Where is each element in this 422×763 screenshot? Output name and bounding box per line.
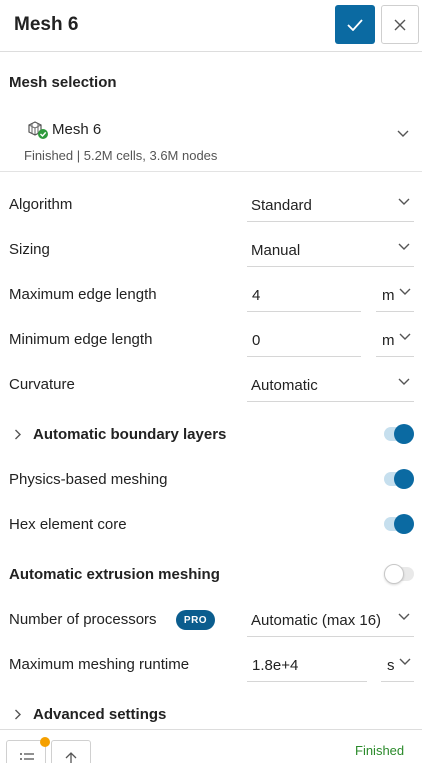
chevron-down-icon [397, 130, 409, 137]
processors-label: Number of processors [9, 611, 157, 628]
algorithm-value: Standard [251, 197, 312, 214]
physics-based-label: Physics-based meshing [9, 471, 168, 488]
mesh-status-line: Finished | 5.2M cells, 3.6M nodes [24, 148, 218, 163]
runtime-unit: s [387, 657, 395, 674]
max-edge-input[interactable]: 4 [247, 277, 361, 312]
chevron-down-icon [398, 243, 410, 250]
chevron-down-icon [399, 333, 411, 340]
close-button[interactable] [381, 5, 419, 44]
chevron-right-icon[interactable] [14, 709, 22, 720]
chevron-down-icon [398, 613, 410, 620]
processors-select[interactable]: Automatic (max 16) [247, 602, 414, 637]
extrusion-label: Automatic extrusion meshing [9, 566, 220, 583]
mesh-name: Mesh 6 [52, 121, 102, 138]
chevron-down-icon [399, 288, 411, 295]
mesh-finished-icon [28, 121, 48, 139]
min-edge-input[interactable]: 0 [247, 322, 361, 357]
min-edge-label: Minimum edge length [9, 331, 153, 348]
runtime-input[interactable]: 1.8e+4 [247, 647, 367, 682]
chevron-right-icon[interactable] [14, 429, 22, 440]
max-edge-unit-select[interactable]: m [376, 277, 414, 312]
status-text: Finished [355, 743, 405, 758]
algorithm-label: Algorithm [9, 196, 73, 213]
pro-badge: PRO [176, 610, 215, 630]
extrusion-toggle[interactable] [384, 564, 414, 584]
physics-based-toggle[interactable] [384, 469, 414, 489]
curvature-label: Curvature [9, 376, 75, 393]
confirm-button[interactable] [335, 5, 375, 44]
check-icon [347, 18, 363, 31]
max-edge-label: Maximum edge length [9, 286, 157, 303]
max-edge-value: 4 [252, 287, 261, 304]
boundary-layers-label[interactable]: Automatic boundary layers [33, 426, 226, 443]
dialog-header: Mesh 6 [0, 0, 422, 52]
min-edge-unit-select[interactable]: m [376, 322, 414, 357]
toggle-knob [394, 424, 414, 444]
list-icon [20, 753, 34, 760]
close-icon [394, 19, 406, 30]
chevron-down-icon [399, 658, 411, 665]
chevron-down-icon [398, 198, 410, 205]
page-title: Mesh 6 [14, 14, 79, 35]
algorithm-select[interactable]: Standard [247, 187, 414, 222]
curvature-value: Automatic [251, 377, 318, 394]
curvature-select[interactable]: Automatic [247, 367, 414, 402]
chevron-down-icon [398, 378, 410, 385]
hex-core-toggle[interactable] [384, 514, 414, 534]
advanced-settings-label[interactable]: Advanced settings [33, 706, 166, 723]
runtime-value: 1.8e+4 [252, 657, 299, 674]
mesh-selector[interactable]: Mesh 6 Finished | 5.2M cells, 3.6M nodes [0, 108, 422, 172]
sizing-select[interactable]: Manual [247, 232, 414, 267]
processors-value: Automatic (max 16) [251, 612, 382, 629]
sizing-value: Manual [251, 242, 301, 259]
hex-core-label: Hex element core [9, 516, 127, 533]
arrow-up-icon [65, 752, 77, 763]
mesh-selection-heading: Mesh selection [9, 74, 117, 91]
toggle-knob [384, 564, 404, 584]
runtime-unit-select[interactable]: s [381, 647, 414, 682]
max-edge-unit: m [382, 287, 395, 304]
runtime-label: Maximum meshing runtime [9, 656, 190, 673]
notification-dot [40, 737, 50, 747]
boundary-layers-toggle[interactable] [384, 424, 414, 444]
toggle-knob [394, 469, 414, 489]
min-edge-unit: m [382, 332, 395, 349]
sizing-label: Sizing [9, 241, 50, 258]
scroll-up-button[interactable] [51, 740, 91, 763]
toggle-knob [394, 514, 414, 534]
min-edge-value: 0 [252, 332, 261, 349]
